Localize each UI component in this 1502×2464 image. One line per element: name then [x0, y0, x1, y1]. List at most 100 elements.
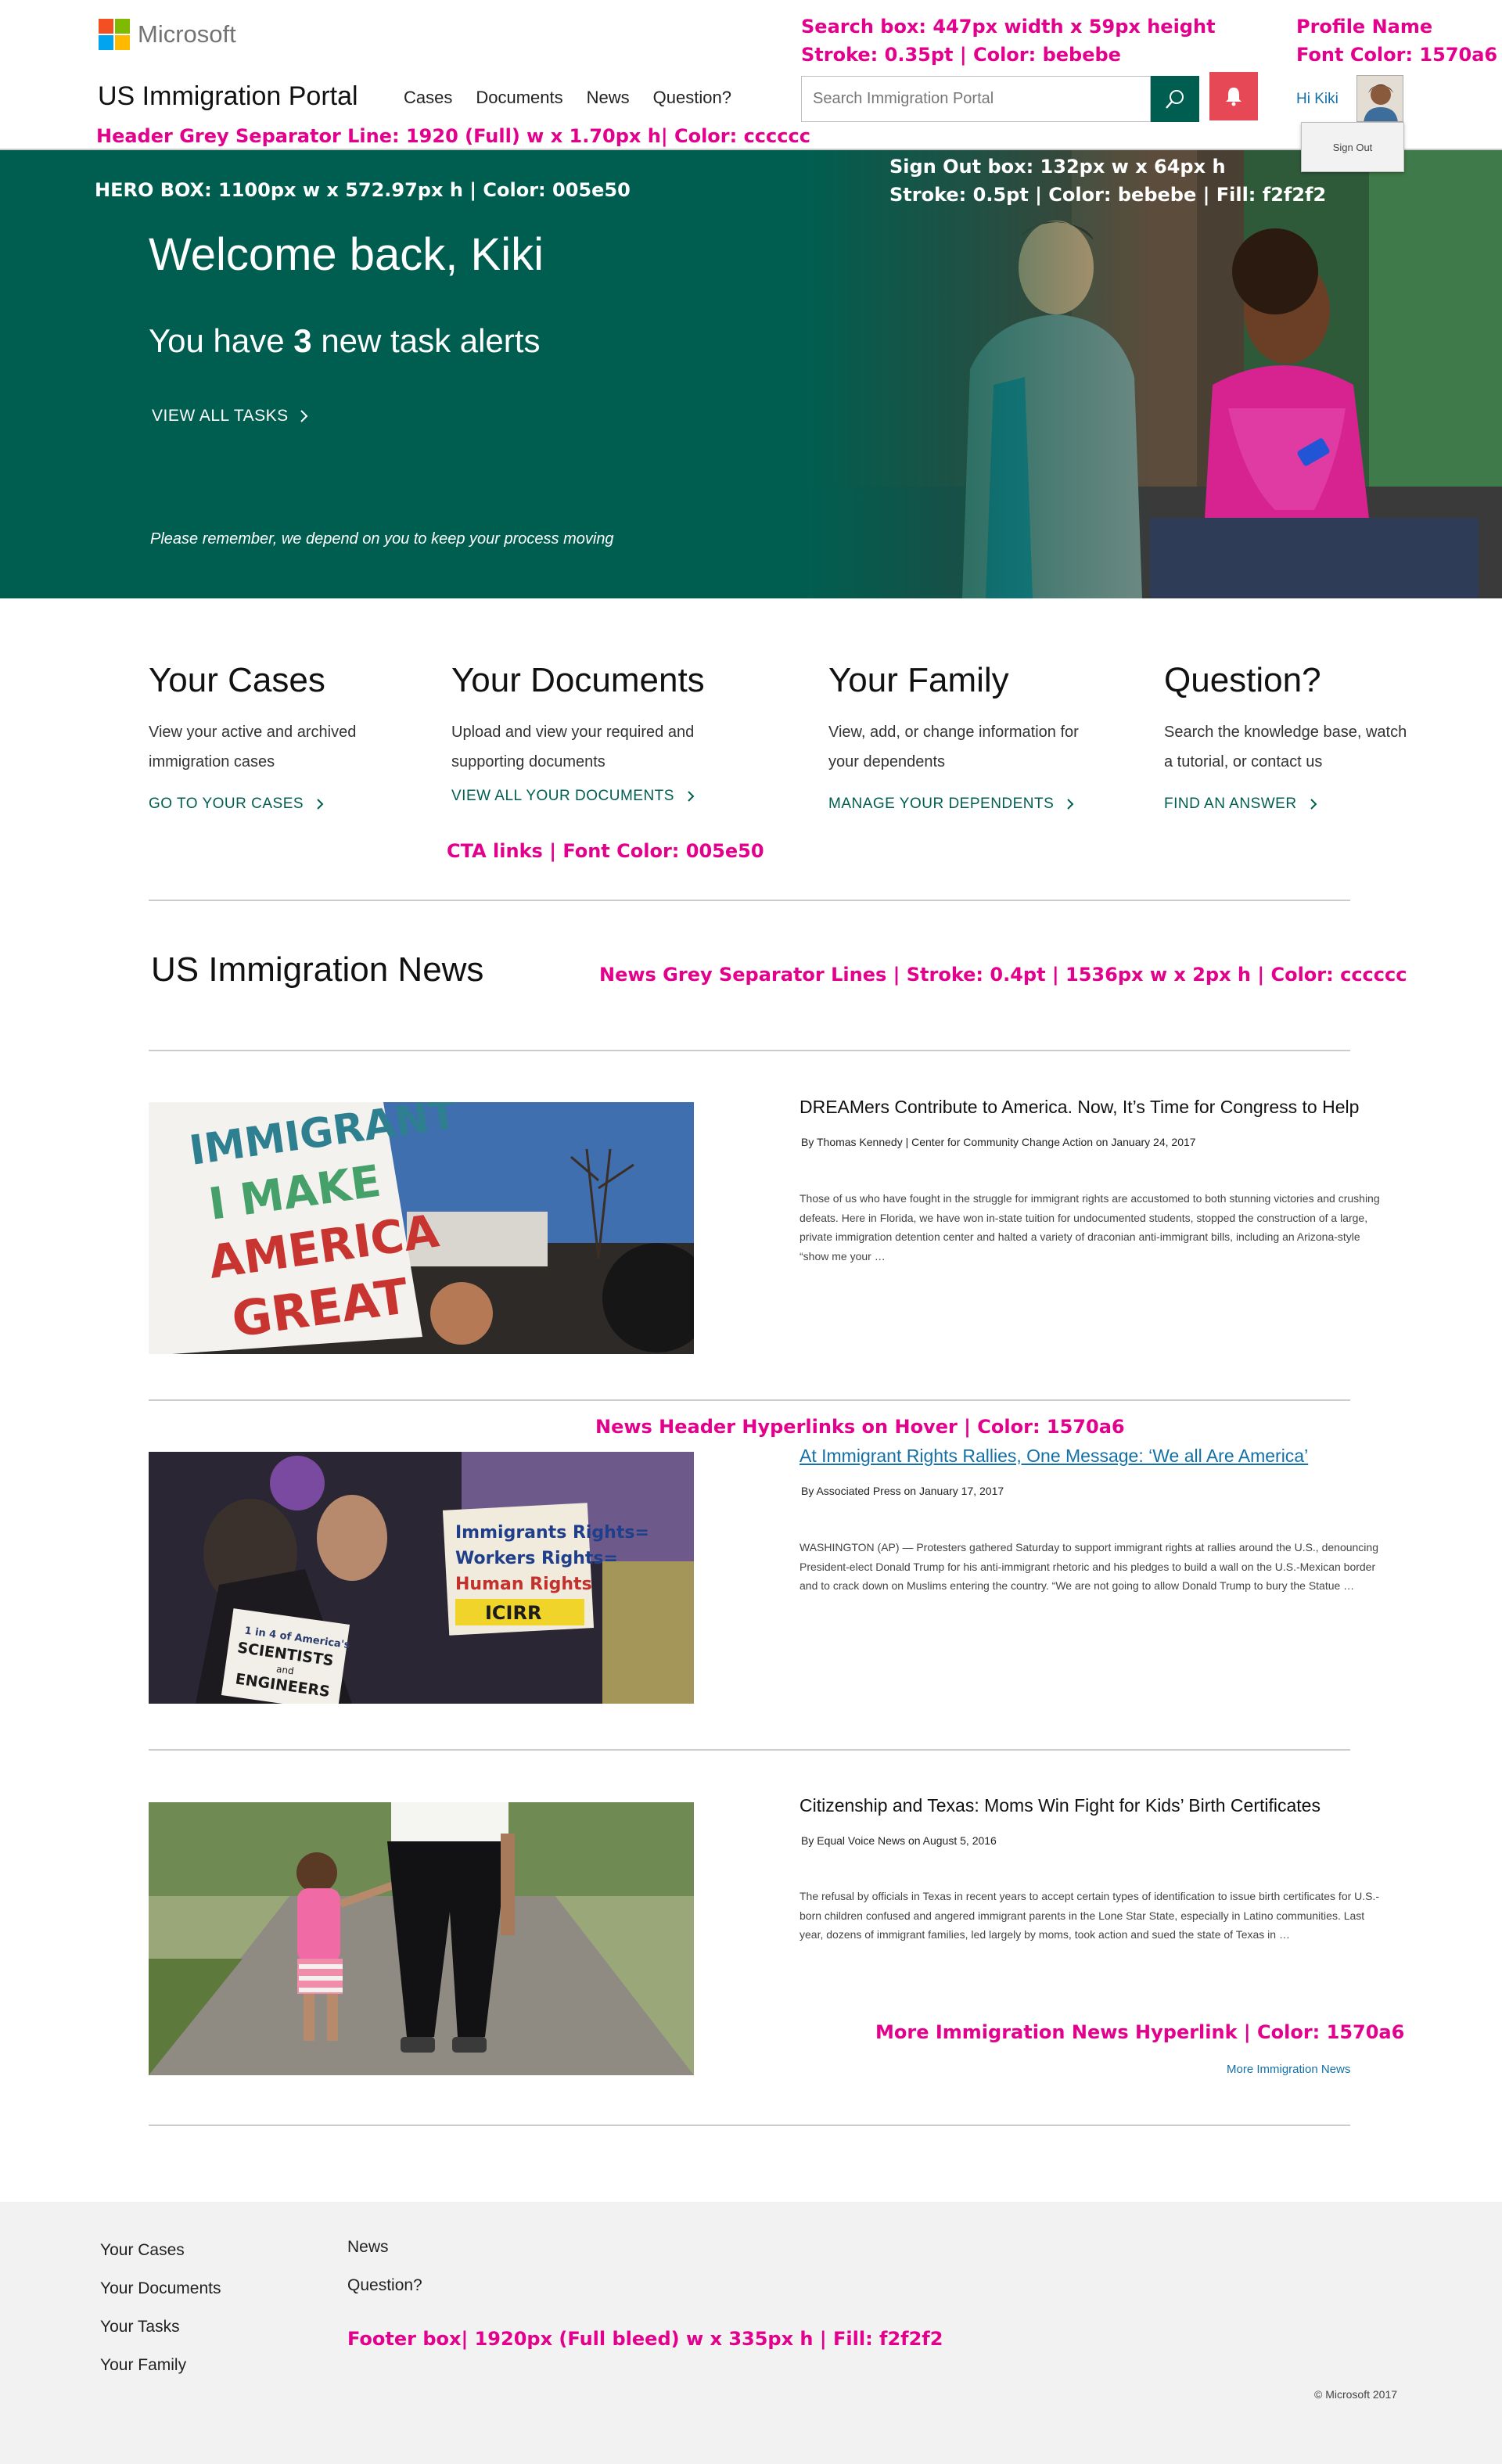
footer-link-question[interactable]: Question? [347, 2266, 422, 2304]
chevron-right-icon [317, 799, 324, 810]
annotation-news-separator: News Grey Separator Lines | Stroke: 0.4p… [599, 964, 1407, 986]
manage-dependents-link[interactable]: MANAGE YOUR DEPENDENTS [828, 796, 1079, 813]
feature-your-cases: Your Cases View your active and archived… [149, 661, 399, 813]
feature-desc: View your active and archived immigratio… [149, 724, 357, 770]
news-headline-1[interactable]: DREAMers Contribute to America. Now, It’… [800, 1097, 1359, 1118]
news-byline-1: By Thomas Kennedy | Center for Community… [801, 1136, 1196, 1148]
feature-question: Question? Search the knowledge base, wat… [1164, 661, 1414, 813]
news-photo-protest-sign: IMMIGRANT I MAKE AMERICA GREAT [149, 1102, 694, 1354]
search-icon [1166, 89, 1184, 109]
footer-link-your-tasks[interactable]: Your Tasks [100, 2308, 221, 2346]
cta-label: GO TO YOUR CASES [149, 796, 304, 812]
welcome-heading: Welcome back, Kiki [149, 229, 544, 280]
news-headline-2[interactable]: At Immigrant Rights Rallies, One Message… [800, 1446, 1308, 1467]
find-answer-link[interactable]: FIND AN ANSWER [1164, 796, 1414, 813]
annotation-sign-out-box: Sign Out box: 132px w x 64px h Stroke: 0… [889, 153, 1326, 209]
news-photo-mother-child [149, 1802, 694, 2075]
annotation-line: Sign Out box: 132px w x 64px h [889, 156, 1226, 178]
annotation-footer-box: Footer box| 1920px (Full bleed) w x 335p… [347, 2328, 943, 2350]
footer-link-your-cases[interactable]: Your Cases [100, 2231, 221, 2269]
view-all-documents-link[interactable]: VIEW ALL YOUR DOCUMENTS [451, 788, 705, 805]
annotation-search-box: Search box: 447px width x 59px height St… [801, 13, 1216, 69]
sign-out-button[interactable]: Sign Out [1301, 122, 1404, 172]
nav-documents[interactable]: Documents [476, 88, 562, 108]
cta-label: MANAGE YOUR DEPENDENTS [828, 796, 1055, 812]
task-alert-text: You have 3 new task alerts [149, 322, 540, 360]
news-image-1[interactable]: IMMIGRANT I MAKE AMERICA GREAT [149, 1102, 694, 1354]
svg-text:Workers Rights=: Workers Rights= [455, 1549, 618, 1568]
annotation-line: Stroke: 0.35pt | Color: bebebe [801, 44, 1121, 66]
news-separator [149, 1749, 1350, 1751]
footer-links-secondary: News Question? [347, 2228, 422, 2304]
news-byline-3: By Equal Voice News on August 5, 2016 [801, 1834, 997, 1847]
task-alert-suffix: new task alerts [321, 322, 541, 359]
news-image-3[interactable] [149, 1802, 694, 2075]
copyright: © Microsoft 2017 [1314, 2388, 1398, 2401]
news-section-title: US Immigration News [151, 950, 484, 989]
annotation-header-separator: Header Grey Separator Line: 1920 (Full) … [96, 125, 810, 147]
feature-your-documents: Your Documents Upload and view your requ… [451, 661, 705, 805]
nav-news[interactable]: News [587, 88, 630, 108]
nav-cases[interactable]: Cases [404, 88, 452, 108]
profile-name[interactable]: Hi Kiki [1296, 91, 1339, 108]
feature-title: Your Cases [149, 661, 325, 699]
microsoft-logo[interactable]: Microsoft [99, 19, 236, 50]
news-headline-3[interactable]: Citizenship and Texas: Moms Win Fight fo… [800, 1795, 1321, 1816]
chevron-right-icon [688, 791, 695, 802]
go-to-cases-link[interactable]: GO TO YOUR CASES [149, 796, 399, 813]
footer-links-primary: Your Cases Your Documents Your Tasks You… [100, 2231, 221, 2384]
footer-link-your-family[interactable]: Your Family [100, 2346, 221, 2384]
footer-link-news[interactable]: News [347, 2228, 422, 2266]
chevron-right-icon [1310, 799, 1317, 810]
bell-icon [1226, 88, 1241, 106]
annotation-line: Font Color: 1570a6 [1296, 44, 1498, 66]
microsoft-wordmark: Microsoft [138, 20, 236, 48]
notifications-button[interactable] [1209, 72, 1258, 120]
feature-your-family: Your Family View, add, or change informa… [828, 661, 1079, 813]
nav-question[interactable]: Question? [653, 88, 731, 108]
svg-text:Immigrants Rights=: Immigrants Rights= [455, 1523, 649, 1543]
news-separator [149, 1399, 1350, 1401]
feature-desc: View, add, or change information for you… [828, 724, 1079, 770]
svg-text:ICIRR: ICIRR [485, 1602, 541, 1624]
task-alert-prefix: You have [149, 322, 285, 359]
hero-photo [806, 150, 1502, 598]
portal-title[interactable]: US Immigration Portal [98, 81, 358, 112]
news-separator [149, 1050, 1350, 1051]
main-nav: Cases Documents News Question? [404, 88, 731, 108]
annotation-profile: Profile Name Font Color: 1570a6 [1296, 13, 1497, 69]
chevron-right-icon [300, 410, 308, 422]
chevron-right-icon [1067, 799, 1074, 810]
annotation-line: Search box: 447px width x 59px height [801, 16, 1216, 38]
feature-desc: Search the knowledge base, watch a tutor… [1164, 724, 1407, 770]
news-summary-1: Those of us who have fought in the strug… [800, 1192, 1380, 1263]
search-button[interactable] [1151, 76, 1199, 122]
feature-title: Your Documents [451, 661, 705, 699]
feature-title: Your Family [828, 661, 1009, 699]
footer-link-your-documents[interactable]: Your Documents [100, 2269, 221, 2308]
news-summary-3: The refusal by officials in Texas in rec… [800, 1890, 1380, 1941]
task-alert-count: 3 [293, 322, 312, 359]
microsoft-logo-icon [99, 19, 130, 50]
annotation-line: Profile Name [1296, 16, 1433, 38]
avatar[interactable] [1356, 75, 1403, 122]
annotation-more-news: More Immigration News Hyperlink | Color:… [875, 2021, 1405, 2043]
cta-label: VIEW ALL YOUR DOCUMENTS [451, 788, 674, 804]
view-all-tasks-link[interactable]: VIEW ALL TASKS [152, 407, 309, 426]
news-image-2[interactable]: Immigrants Rights= Workers Rights= Human… [149, 1452, 694, 1704]
avatar-image [1357, 76, 1403, 121]
news-separator [149, 2125, 1350, 2126]
news-byline-2: By Associated Press on January 17, 2017 [801, 1485, 1004, 1497]
annotation-cta-links: CTA links | Font Color: 005e50 [447, 840, 764, 862]
feature-title: Question? [1164, 661, 1321, 699]
annotation-line: Stroke: 0.5pt | Color: bebebe | Fill: f2… [889, 184, 1327, 206]
annotation-hero-box: HERO BOX: 1100px w x 572.97px h | Color:… [95, 179, 631, 201]
feature-desc: Upload and view your required and suppor… [451, 724, 695, 770]
more-immigration-news-link[interactable]: More Immigration News [1227, 2063, 1350, 2076]
section-separator [149, 900, 1350, 901]
news-summary-2: WASHINGTON (AP) — Protesters gathered Sa… [800, 1541, 1378, 1592]
search-input[interactable]: Search Immigration Portal [801, 76, 1151, 122]
news-photo-rally: Immigrants Rights= Workers Rights= Human… [149, 1452, 694, 1704]
annotation-news-hover: News Header Hyperlinks on Hover | Color:… [595, 1416, 1125, 1438]
svg-text:Human Rights: Human Rights [455, 1575, 592, 1594]
